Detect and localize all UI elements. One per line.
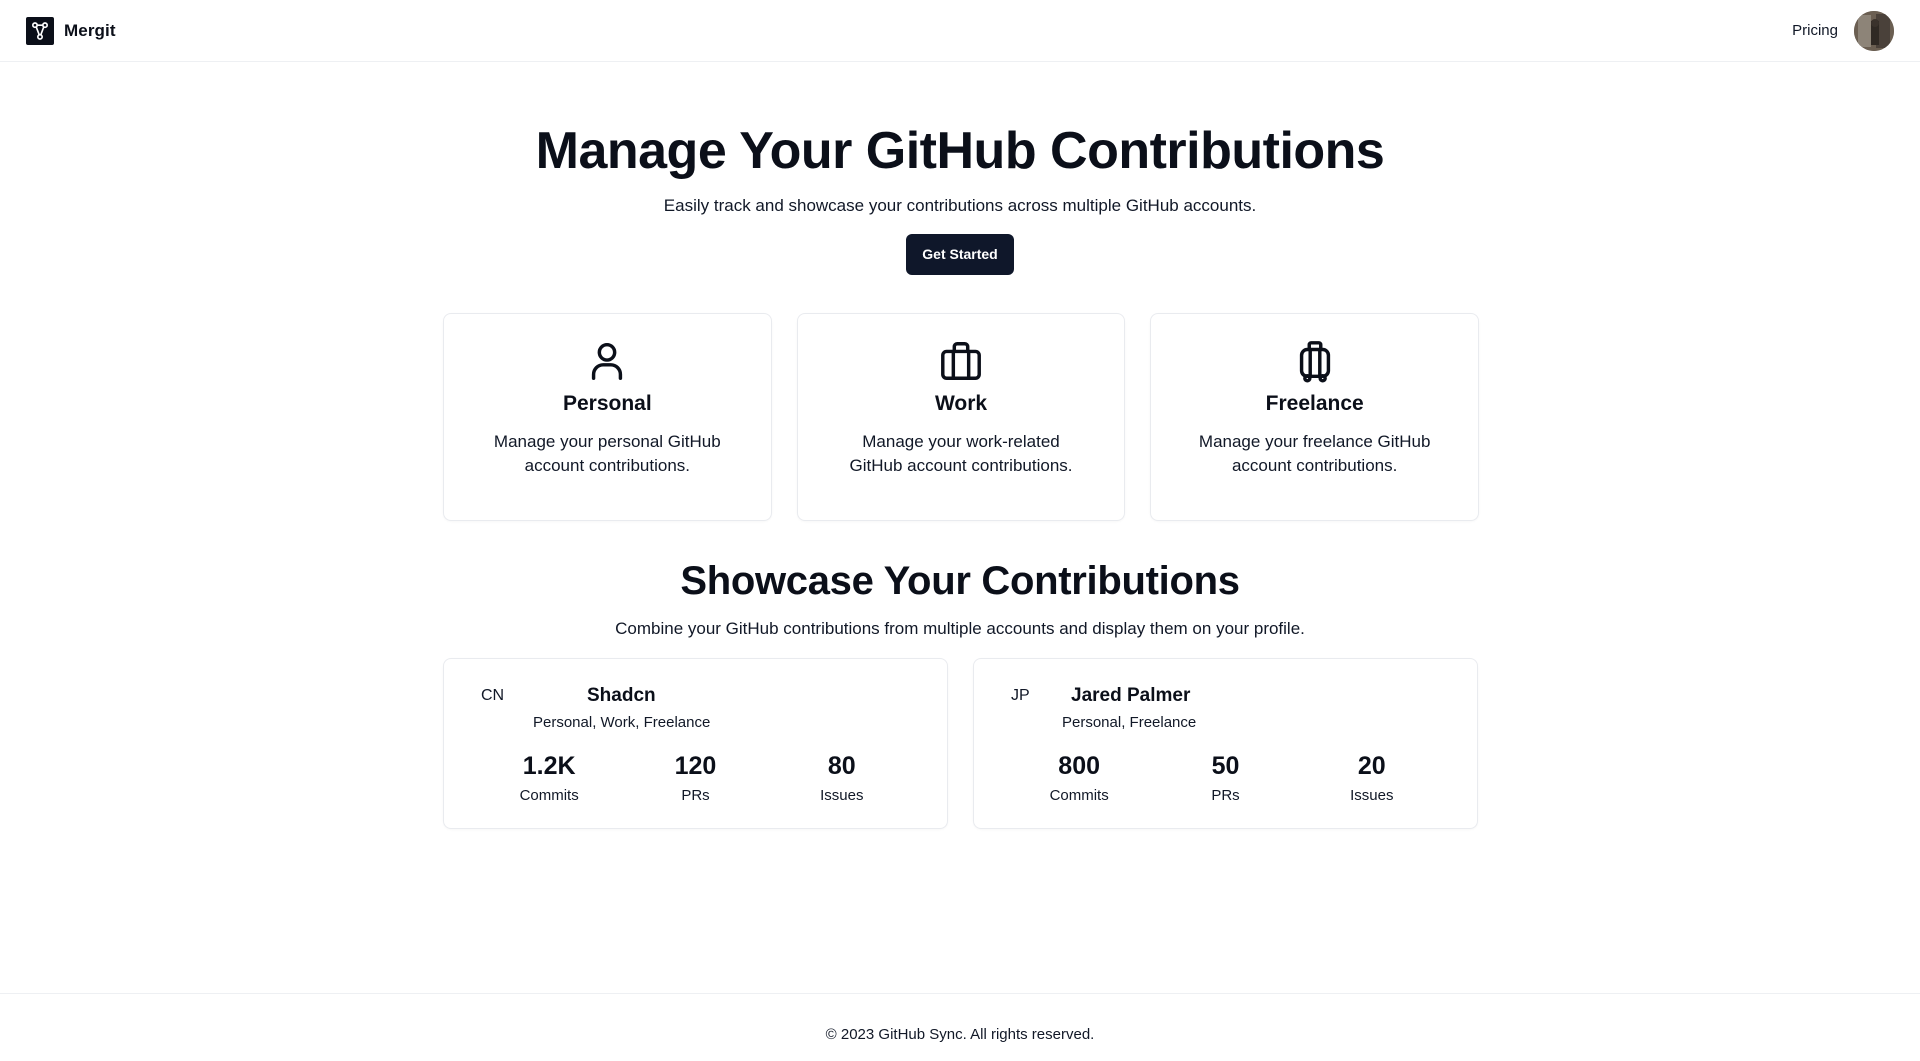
feature-card-work: Work Manage your work-related GitHub acc… bbox=[796, 313, 1126, 521]
profile-tags: Personal, Work, Freelance bbox=[533, 714, 711, 731]
feature-card-personal: Personal Manage your personal GitHub acc… bbox=[443, 313, 772, 521]
stat-value: 50 bbox=[1211, 752, 1240, 780]
stat-prs: 50 PRs bbox=[1160, 749, 1290, 804]
briefcase-icon bbox=[941, 342, 981, 380]
nav-right: Pricing bbox=[1792, 10, 1894, 51]
get-started-button[interactable]: Get Started bbox=[906, 234, 1014, 275]
stat-label: PRs bbox=[681, 787, 710, 804]
top-navbar: Mergit Pricing bbox=[0, 0, 1920, 62]
showcase-section: Showcase Your Contributions Combine your… bbox=[0, 553, 1920, 639]
stat-commits: 800 Commits bbox=[1014, 749, 1144, 804]
user-avatar[interactable] bbox=[1854, 10, 1894, 51]
showcase-subtitle: Combine your GitHub contributions from m… bbox=[615, 619, 1305, 638]
stat-label: Commits bbox=[519, 787, 579, 804]
stat-value: 120 bbox=[674, 752, 717, 780]
stat-issues: 20 Issues bbox=[1307, 749, 1437, 804]
feature-description: Manage your freelance GitHub account con… bbox=[1198, 432, 1431, 475]
profile-stats: 1.2K Commits 120 PRs 80 Issues bbox=[444, 749, 947, 804]
stat-label: PRs bbox=[1211, 787, 1240, 804]
profile-name: Jared Palmer bbox=[1071, 685, 1191, 706]
luggage-icon bbox=[1299, 341, 1330, 383]
profile-card-shadcn: CN Shadcn Personal, Work, Freelance 1.2K… bbox=[443, 658, 948, 829]
profile-tags: Personal, Freelance bbox=[1062, 714, 1197, 731]
showcase-title: Showcase Your Contributions bbox=[680, 559, 1240, 603]
stat-commits: 1.2K Commits bbox=[484, 749, 614, 804]
brand-link[interactable]: Mergit bbox=[26, 16, 116, 45]
footer: © 2023 GitHub Sync. All rights reserved. bbox=[0, 993, 1920, 1061]
stat-label: Commits bbox=[1049, 787, 1109, 804]
feature-description: Manage your personal GitHub account cont… bbox=[493, 432, 721, 475]
profile-card-jared-palmer: JP Jared Palmer Personal, Freelance 800 … bbox=[973, 658, 1478, 829]
profile-stats: 800 Commits 50 PRs 20 Issues bbox=[974, 749, 1477, 804]
stat-label: Issues bbox=[820, 787, 864, 804]
hero-subtitle: Easily track and showcase your contribut… bbox=[663, 196, 1257, 215]
hero-section: Manage Your GitHub Contributions Easily … bbox=[0, 112, 1920, 275]
stat-prs: 120 PRs bbox=[630, 749, 760, 804]
profile-name: Shadcn bbox=[587, 685, 656, 706]
stat-value: 80 bbox=[827, 752, 856, 780]
profiles-grid: CN Shadcn Personal, Work, Freelance 1.2K… bbox=[443, 658, 1479, 829]
feature-title: Personal bbox=[562, 392, 652, 415]
stat-value: 1.2K bbox=[522, 752, 576, 780]
feature-card-freelance: Freelance Manage your freelance GitHub a… bbox=[1150, 313, 1480, 521]
stat-label: Issues bbox=[1350, 787, 1394, 804]
feature-title: Work bbox=[934, 392, 988, 415]
user-icon bbox=[592, 342, 623, 380]
stat-value: 20 bbox=[1357, 752, 1386, 780]
stat-value: 800 bbox=[1058, 752, 1101, 780]
brand-name: Mergit bbox=[64, 20, 116, 40]
nav-pricing-link[interactable]: Pricing bbox=[1792, 22, 1838, 39]
features-grid: Personal Manage your personal GitHub acc… bbox=[443, 313, 1480, 521]
git-merge-icon bbox=[26, 16, 54, 45]
stat-issues: 80 Issues bbox=[777, 749, 907, 804]
feature-description: Manage your work-related GitHub account … bbox=[849, 432, 1073, 475]
feature-title: Freelance bbox=[1265, 392, 1364, 415]
footer-copyright: © 2023 GitHub Sync. All rights reserved. bbox=[825, 1026, 1095, 1043]
landing-page: Mergit Pricing Manage Your GitHub Contri… bbox=[0, 0, 1920, 1061]
hero-title: Manage Your GitHub Contributions bbox=[535, 122, 1385, 180]
